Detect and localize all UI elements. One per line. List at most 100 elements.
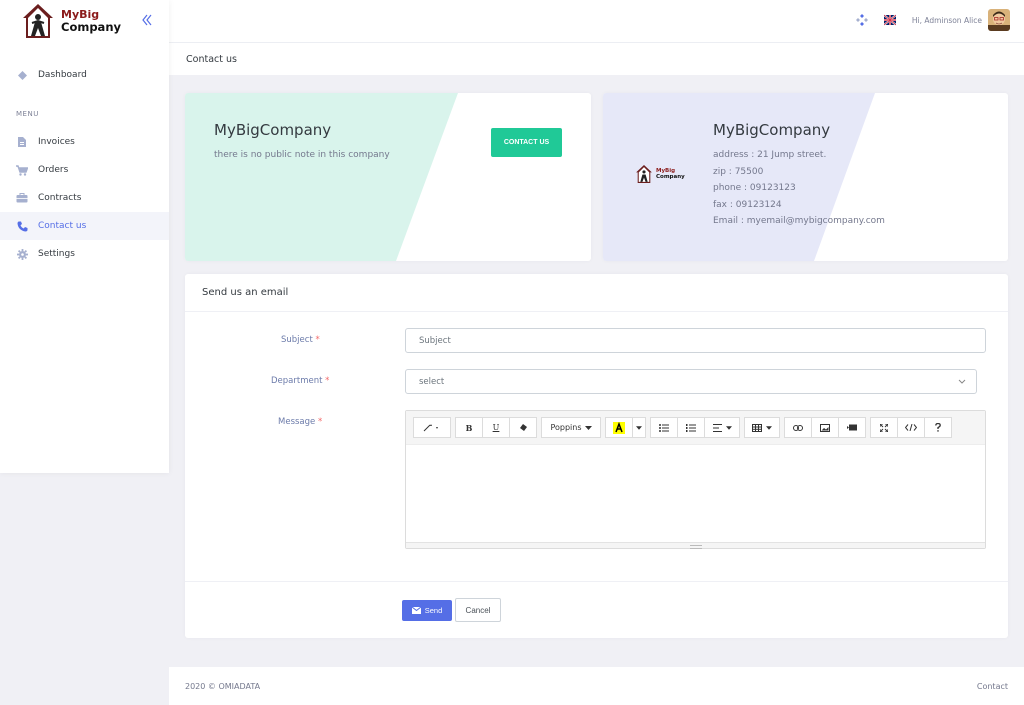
message-textarea[interactable] [406,445,985,542]
footer: 2020 © OMIADATA Contact [169,667,1024,705]
company-note-card: MyBigCompany there is no public note in … [185,93,591,261]
chevron-down-icon [958,379,966,384]
font-name-group: Poppins [541,417,601,438]
collapse-sidebar-icon[interactable] [140,13,154,27]
page-title-bar: Contact us [169,42,1024,75]
gear-icon [16,248,28,260]
message-label-text: Message [278,417,316,427]
code-icon [905,424,917,431]
sidebar-item-label: Contracts [38,193,82,203]
editor-resize-handle[interactable] [406,542,985,549]
style-group [413,417,451,438]
sidebar-item-contact-us[interactable]: Contact us [0,212,169,240]
company-name: MyBigCompany [214,121,332,139]
contact-us-button[interactable]: CONTACT US [491,128,562,157]
ordered-list-button[interactable] [677,417,705,438]
send-button[interactable]: Send [402,600,452,621]
underline-button[interactable]: U [482,417,510,438]
send-label: Send [424,606,443,615]
user-greeting[interactable]: Hi, Adminson Alice [912,16,982,25]
company-email: Email : myemail@mybigcompany.com [713,216,885,226]
subject-input[interactable]: Subject [405,328,986,353]
document-icon [16,136,28,148]
font-style-group: B U [455,417,537,438]
underline-icon: U [492,423,500,432]
house-logo-icon [23,4,53,38]
company-note: there is no public note in this company [214,150,390,160]
cart-icon [16,164,28,176]
insert-group [784,417,866,438]
user-avatar[interactable] [988,9,1010,31]
sidebar-item-settings[interactable]: Settings [0,240,169,268]
table-dropdown-button[interactable] [744,417,780,438]
help-icon [935,423,941,432]
department-label-text: Department [271,376,323,386]
magic-style-button[interactable] [413,417,451,438]
department-selected-value: select [419,376,445,387]
company-info-card: MyBig Company MyBigCompany address : 21 … [603,93,1008,261]
apps-icon[interactable] [855,14,868,26]
align-dropdown-button[interactable] [704,417,740,438]
brand-line2: Company [61,20,121,34]
company-fax: fax : 09123124 [713,200,782,210]
footer-contact-link[interactable]: Contact [977,682,1008,691]
font-name-value: Poppins [550,423,582,432]
code-view-button[interactable] [897,417,925,438]
help-button[interactable] [924,417,952,438]
fullscreen-button[interactable] [870,417,898,438]
sidebar-item-contracts[interactable]: Contracts [0,184,169,212]
cancel-button[interactable]: Cancel [455,598,501,622]
sidebar: MyBig Company Dashboard MENU Invoices Or… [0,0,169,473]
sidebar-item-orders[interactable]: Orders [0,156,169,184]
subject-label-text: Subject [281,335,313,345]
email-form-card: Send us an email Subject * Subject Depar… [185,274,1008,638]
bullet-list-icon [659,423,669,432]
editor-toolbar: B U Poppins [406,411,985,445]
sidebar-item-label: Dashboard [38,70,87,80]
uk-flag-icon[interactable] [883,14,896,26]
font-color-icon [613,421,625,434]
caret-down-icon [636,425,642,430]
caret-down-icon [725,425,732,430]
font-color-button[interactable] [605,417,633,438]
phone-icon [16,220,28,232]
department-select[interactable]: select [405,369,977,394]
sidebar-item-invoices[interactable]: Invoices [0,128,169,156]
briefcase-icon [16,192,28,204]
company-zip: zip : 75500 [713,167,764,177]
company-logo: MyBig Company [635,164,685,184]
brand-name: MyBig Company [61,9,121,34]
table-icon [752,423,762,432]
sidebar-item-dashboard[interactable]: Dashboard [0,61,169,89]
insert-video-button[interactable] [838,417,866,438]
topbar-actions: Hi, Adminson Alice [855,8,1010,32]
font-name-dropdown[interactable]: Poppins [541,417,601,438]
company-name: MyBigCompany [713,121,831,139]
diamond-icon [16,69,28,81]
form-footer-divider [185,581,1008,582]
insert-link-button[interactable] [784,417,812,438]
video-icon [847,424,857,431]
brand-line2: Company [656,174,685,180]
page-title: Contact us [186,53,237,65]
color-dropdown-button[interactable] [632,417,646,438]
align-left-icon [712,423,722,432]
bullet-list-button[interactable] [650,417,678,438]
message-label: Message * [278,417,322,427]
subject-label: Subject * [281,335,320,345]
insert-image-button[interactable] [811,417,839,438]
image-icon [820,423,830,432]
link-icon [793,424,803,431]
brand-logo[interactable]: MyBig Company [21,2,121,40]
fullscreen-icon [880,423,888,432]
house-logo-icon [636,165,652,183]
bold-icon: B [465,422,473,433]
required-mark: * [317,417,323,427]
bold-button[interactable]: B [455,417,483,438]
topbar: Hi, Adminson Alice [169,0,1024,42]
table-group [744,417,780,438]
envelope-icon [411,607,421,614]
eraser-icon [519,424,527,431]
sidebar-item-label: Orders [38,165,69,175]
clear-format-button[interactable] [509,417,537,438]
